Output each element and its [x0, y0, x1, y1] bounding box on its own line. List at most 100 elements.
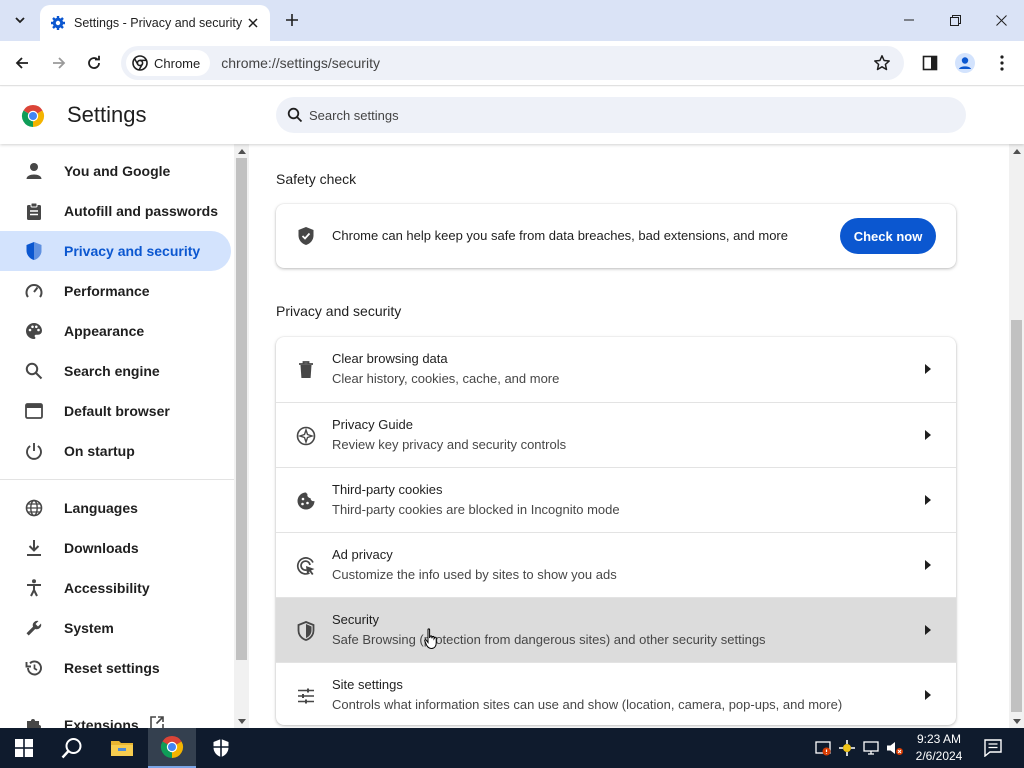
reload-button[interactable] — [80, 49, 108, 77]
arrow-back-icon — [15, 57, 28, 69]
sidebar-item-accessibility[interactable]: Accessibility — [0, 568, 231, 608]
volume-muted-icon[interactable] — [886, 739, 904, 757]
sidebar-item-performance[interactable]: Performance — [0, 271, 231, 311]
more-vert-icon — [1000, 55, 1004, 71]
check-now-button[interactable]: Check now — [840, 218, 936, 254]
sidebar-item-autofill[interactable]: Autofill and passwords — [0, 191, 231, 231]
taskbar-clock[interactable]: 9:23 AM 2/6/2024 — [910, 731, 968, 765]
row-ad-privacy[interactable]: Ad privacy Customize the info used by si… — [276, 532, 956, 597]
row-title: Ad privacy — [332, 547, 393, 562]
sidebar-item-appearance[interactable]: Appearance — [0, 311, 231, 351]
scroll-down-arrow-icon[interactable] — [234, 714, 249, 728]
row-third-party-cookies[interactable]: Third-party cookies Third-party cookies … — [276, 467, 956, 532]
row-privacy-guide[interactable]: Privacy Guide Review key privacy and sec… — [276, 402, 956, 467]
sidebar-item-extensions[interactable]: Extensions — [0, 705, 231, 728]
settings-header: Settings — [0, 87, 1024, 144]
bookmark-star-icon[interactable] — [872, 53, 892, 73]
restore-button[interactable] — [932, 0, 978, 40]
arrow-forward-icon — [53, 57, 66, 69]
close-tab-icon[interactable] — [244, 14, 262, 32]
sidebar-item-default-browser[interactable]: Default browser — [0, 391, 231, 431]
sidebar-item-search-engine[interactable]: Search engine — [0, 351, 231, 391]
sidebar-item-downloads[interactable]: Downloads — [0, 528, 231, 568]
power-icon — [24, 441, 44, 461]
browser-tab[interactable]: Settings - Privacy and security — [40, 5, 270, 41]
settings-main-content: Safety check Chrome can help keep you sa… — [249, 144, 1009, 728]
forward-button[interactable] — [45, 49, 73, 77]
notifications-icon[interactable] — [984, 739, 1002, 757]
settings-search-box[interactable] — [276, 97, 966, 133]
profile-button[interactable] — [951, 49, 979, 77]
settings-gear-icon — [50, 15, 66, 31]
side-panel-button[interactable] — [916, 49, 944, 77]
minimize-button[interactable] — [886, 0, 932, 40]
main-scrollbar-thumb[interactable] — [1011, 320, 1022, 712]
file-explorer-button[interactable] — [98, 728, 146, 768]
minimize-icon — [904, 19, 914, 21]
action-center-alert-icon[interactable] — [814, 739, 832, 757]
sidebar-item-system[interactable]: System — [0, 608, 231, 648]
scroll-up-arrow-icon[interactable] — [1009, 144, 1024, 158]
search-icon — [61, 738, 82, 759]
privacy-security-heading: Privacy and security — [276, 303, 402, 319]
sidebar-item-languages[interactable]: Languages — [0, 488, 231, 528]
sidebar-item-you-and-google[interactable]: You and Google — [0, 151, 231, 191]
taskbar-search-button[interactable] — [48, 728, 96, 768]
sidebar-item-label: You and Google — [64, 163, 171, 179]
sidebar-scrollbar-thumb[interactable] — [236, 158, 247, 660]
defender-shield-icon — [213, 739, 229, 757]
sidebar-item-on-startup[interactable]: On startup — [0, 431, 231, 471]
scroll-down-arrow-icon[interactable] — [1009, 714, 1024, 728]
menu-button[interactable] — [988, 49, 1016, 77]
reload-icon — [88, 55, 100, 69]
chrome-logo-icon — [21, 105, 45, 127]
row-title: Security — [332, 612, 379, 627]
row-title: Privacy Guide — [332, 417, 413, 432]
chrome-logo-icon — [132, 55, 148, 71]
row-subtitle: Controls what information sites can use … — [332, 697, 843, 712]
palette-icon — [24, 321, 44, 341]
shield-icon — [24, 241, 44, 261]
main-scrollbar[interactable] — [1009, 144, 1024, 728]
globe-icon — [24, 498, 44, 518]
close-window-button[interactable] — [978, 0, 1024, 40]
display-icon[interactable] — [862, 739, 880, 757]
sidebar-item-privacy[interactable]: Privacy and security — [0, 231, 231, 271]
settings-sidebar: You and Google Autofill and passwords Pr… — [0, 144, 234, 728]
start-button[interactable] — [0, 728, 48, 768]
row-subtitle: Review key privacy and security controls — [332, 437, 567, 452]
side-panel-icon — [922, 55, 938, 71]
search-settings-input[interactable] — [309, 107, 909, 123]
network-settings-icon[interactable] — [838, 739, 856, 757]
address-bar[interactable]: Chrome chrome://settings/security — [121, 46, 904, 80]
url-text[interactable]: chrome://settings/security — [221, 55, 380, 71]
arrow-right-icon — [921, 623, 935, 637]
person-icon — [24, 161, 44, 181]
ad-privacy-icon — [295, 555, 317, 577]
tune-icon — [295, 685, 317, 707]
row-title: Clear browsing data — [332, 351, 448, 366]
sidebar-item-label: Extensions — [64, 717, 139, 728]
wrench-icon — [24, 618, 44, 638]
row-security[interactable]: Security Safe Browsing (protection from … — [276, 597, 956, 662]
row-subtitle: Customize the info used by sites to show… — [332, 567, 617, 582]
chrome-taskbar-button[interactable] — [148, 728, 196, 768]
sidebar-scrollbar[interactable] — [234, 144, 249, 728]
row-site-settings[interactable]: Site settings Controls what information … — [276, 662, 956, 725]
site-info-chip[interactable]: Chrome — [126, 50, 211, 76]
row-clear-browsing-data[interactable]: Clear browsing data Clear history, cooki… — [276, 337, 956, 402]
row-subtitle: Safe Browsing (protection from dangerous… — [332, 632, 766, 647]
profile-avatar-icon — [955, 53, 975, 73]
row-title: Third-party cookies — [332, 482, 443, 497]
sidebar-item-label: Autofill and passwords — [64, 203, 219, 219]
back-button[interactable] — [8, 49, 36, 77]
arrow-right-icon — [921, 688, 935, 702]
search-icon — [24, 361, 44, 381]
sidebar-item-reset-settings[interactable]: Reset settings — [0, 648, 231, 688]
scroll-up-arrow-icon[interactable] — [234, 144, 249, 158]
windows-logo-icon — [15, 739, 33, 757]
new-tab-button[interactable] — [280, 8, 304, 32]
tab-search-button[interactable] — [6, 6, 34, 34]
sidebar-item-label: Reset settings — [64, 660, 160, 676]
windows-security-button[interactable] — [197, 728, 245, 768]
